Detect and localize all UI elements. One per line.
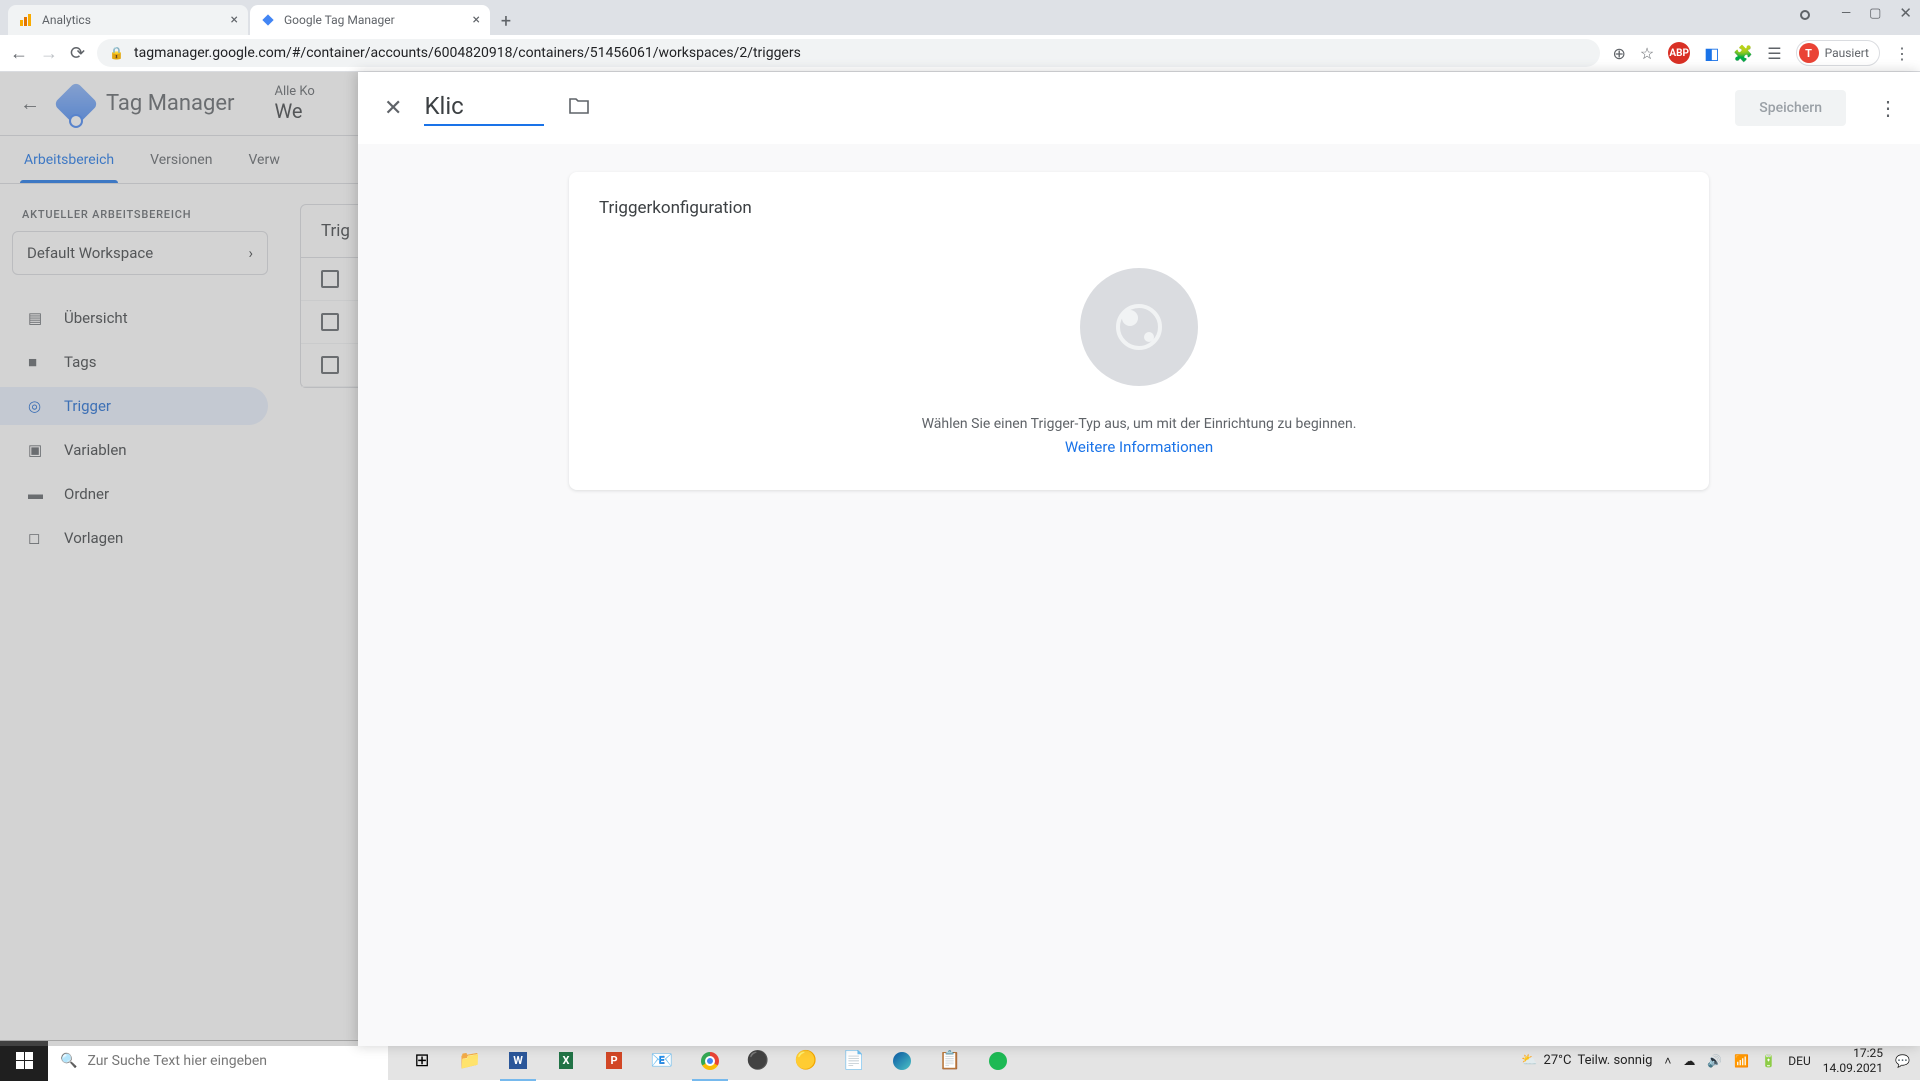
config-title: Triggerkonfiguration [599,198,1679,218]
windows-taskbar: 🔍 Zur Suche Text hier eingeben ⊞ 📁 W X P… [0,1040,1920,1080]
tab-title: Google Tag Manager [284,13,395,27]
system-tray: ⛅ 27°C Teilw. sonnig ˄ ☁ 🔊 📶 🔋 DEU 17:25… [1511,1046,1920,1075]
start-button[interactable] [0,1041,48,1081]
address-bar-row: ← → ⟳ 🔒 tagmanager.google.com/#/containe… [0,35,1920,72]
weather-widget[interactable]: ⛅ 27°C Teilw. sonnig [1521,1053,1652,1068]
explorer-icon[interactable]: 📁 [446,1041,494,1081]
more-menu-icon[interactable]: ⋮ [1878,96,1898,120]
profile-button[interactable]: T Pausiert [1796,40,1880,66]
trigger-config-card[interactable]: Triggerkonfiguration Wählen Sie einen Tr… [569,172,1709,490]
clock[interactable]: 17:25 14.09.2021 [1823,1046,1883,1075]
search-placeholder: Zur Suche Text hier eingeben [87,1053,267,1069]
modal-body: Triggerkonfiguration Wählen Sie einen Tr… [358,144,1920,1046]
profile-indicator-icon[interactable] [1800,10,1810,20]
notifications-icon[interactable]: 💬 [1895,1054,1910,1068]
minimize-icon[interactable]: — [1841,6,1851,21]
task-view-icon[interactable]: ⊞ [398,1041,446,1081]
analytics-icon [18,12,34,28]
browser-tab[interactable]: Analytics × [8,5,248,35]
address-bar[interactable]: 🔒 tagmanager.google.com/#/container/acco… [97,39,1600,67]
chrome-icon[interactable] [686,1041,734,1081]
mail-icon[interactable]: 📧 [638,1041,686,1081]
menu-icon[interactable]: ⋮ [1894,44,1910,63]
reading-list-icon[interactable]: ☰ [1767,44,1781,63]
maximize-icon[interactable]: ▢ [1869,6,1881,21]
excel-icon[interactable]: X [542,1041,590,1081]
taskbar-search[interactable]: 🔍 Zur Suche Text hier eingeben [48,1041,388,1081]
battery-icon[interactable]: 🔋 [1761,1054,1776,1068]
edge-icon[interactable] [878,1041,926,1081]
volume-icon[interactable]: 🔊 [1707,1054,1722,1068]
browser-tab[interactable]: Google Tag Manager × [250,5,490,35]
close-icon[interactable]: ✕ [380,92,406,125]
nav-forward-icon: → [40,43,58,64]
trigger-name-input[interactable] [424,90,544,126]
notepad-icon[interactable]: 📋 [926,1041,974,1081]
search-icon: 🔍 [60,1053,77,1069]
hint-text: Wählen Sie einen Trigger-Typ aus, um mit… [599,416,1679,432]
powerpoint-icon[interactable]: P [590,1041,638,1081]
browser-tab-strip: Analytics × Google Tag Manager × + — ▢ ✕ [0,0,1920,35]
trigger-placeholder-icon[interactable] [1080,268,1198,386]
extension-icon[interactable]: ABP [1668,42,1690,64]
close-icon[interactable]: × [231,12,238,28]
profile-status: Pausiert [1825,46,1869,60]
app-icon[interactable]: 📄 [830,1041,878,1081]
obs-icon[interactable]: ⚫ [734,1041,782,1081]
zoom-icon[interactable]: ⊕ [1612,44,1625,63]
app-icon[interactable]: 🟡 [782,1041,830,1081]
folder-icon[interactable] [568,96,590,120]
tray-chevron-icon[interactable]: ˄ [1664,1054,1671,1068]
extensions-menu-icon[interactable]: 🧩 [1733,44,1753,63]
network-icon[interactable]: 📶 [1734,1054,1749,1068]
gtm-icon [260,12,276,28]
onedrive-icon[interactable]: ☁ [1683,1054,1695,1068]
weather-desc: Teilw. sonnig [1577,1053,1652,1068]
close-icon[interactable]: × [473,12,480,28]
bookmark-icon[interactable]: ☆ [1640,44,1654,63]
new-tab-button[interactable]: + [492,7,520,35]
tab-title: Analytics [42,13,91,27]
save-button[interactable]: Speichern [1735,90,1846,126]
reload-icon[interactable]: ⟳ [70,43,85,64]
nav-back-icon[interactable]: ← [10,43,28,64]
learn-more-link[interactable]: Weitere Informationen [599,438,1679,456]
taskbar-apps: ⊞ 📁 W X P 📧 ⚫ 🟡 📄 📋 [398,1041,1022,1081]
windows-logo-icon [16,1052,33,1069]
spotify-icon[interactable] [974,1041,1022,1081]
gtm-app: ← Tag Manager Alle Ko We Arbeitsbereich … [0,72,1920,1046]
url-text: tagmanager.google.com/#/container/accoun… [134,45,801,61]
word-icon[interactable]: W [494,1041,542,1081]
avatar: T [1799,43,1819,63]
language-indicator[interactable]: DEU [1788,1054,1810,1068]
date-text: 14.09.2021 [1823,1061,1883,1075]
modal-header: ✕ Speichern ⋮ [358,72,1920,144]
weather-icon: ⛅ [1521,1053,1537,1068]
trigger-editor-panel: ✕ Speichern ⋮ Triggerkonfiguration Wähle… [358,72,1920,1046]
close-window-icon[interactable]: ✕ [1899,4,1912,22]
weather-temp: 27°C [1544,1053,1572,1068]
time-text: 17:25 [1823,1046,1883,1060]
extension-icon[interactable]: ◧ [1704,44,1719,63]
lock-icon: 🔒 [109,46,124,60]
